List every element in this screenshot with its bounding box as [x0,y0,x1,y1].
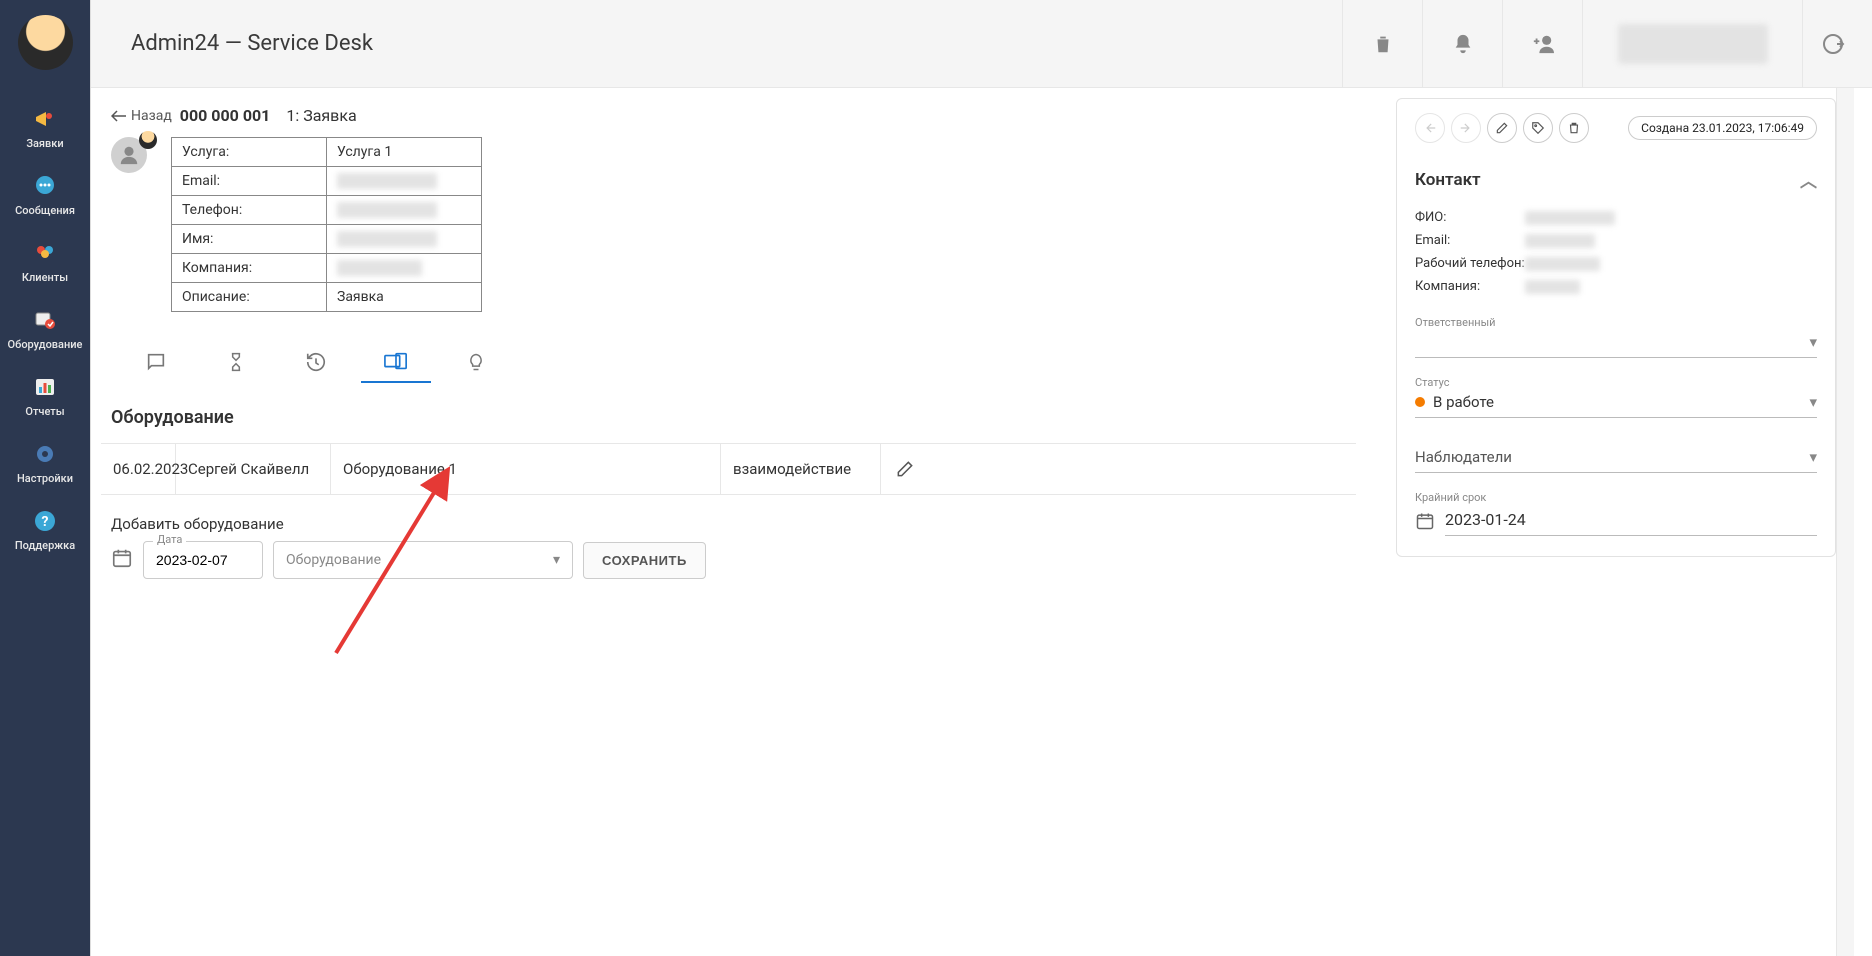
calendar-icon [1415,511,1435,535]
users-icon [33,241,57,265]
sidebar-item-label: Отчеты [25,405,64,418]
status-dot-icon [1415,397,1425,407]
table-row: Услуга:Услуга 1 [172,138,482,167]
chevron-up-icon: ︿ [1800,167,1817,192]
tab-equipment[interactable] [371,342,421,382]
chart-icon [33,375,57,399]
sidebar-item-label: Настройки [17,472,73,485]
save-button[interactable]: СОХРАНИТЬ [583,542,706,579]
table-row: Имя: [172,225,482,254]
add-equipment-label: Добавить оборудование [101,495,1356,541]
sidebar-item-equipment[interactable]: Оборудование [0,296,90,363]
prev-ticket-button [1415,113,1445,143]
help-icon: ? [33,509,57,533]
sidebar-item-messages[interactable]: Сообщения [0,162,90,229]
table-row: Телефон: [172,196,482,225]
sidebar-item-label: Клиенты [22,271,68,284]
tab-time[interactable] [211,342,261,382]
topbar: Admin24 — Service Desk [91,0,1872,88]
back-link[interactable]: Назад [111,108,172,124]
sidebar-item-label: Поддержка [15,539,75,552]
equipment-date: 06.02.2023 [101,444,176,494]
table-row: Email: [172,167,482,196]
table-row: Описание:Заявка [172,283,482,312]
date-field-label: Дата [153,533,186,546]
equipment-row: 06.02.2023 Сергей Скайвелл Оборудование … [101,443,1356,495]
add-user-button[interactable] [1502,0,1582,87]
deadline-value[interactable]: 2023-01-24 [1445,510,1817,536]
responsible-select[interactable]: Ответственный ▾ [1415,316,1817,358]
calendar-icon [111,547,133,573]
sidebar-item-support[interactable]: ? Поддержка [0,497,90,564]
sidebar-item-clients[interactable]: Клиенты [0,229,90,296]
equipment-section-title: Оборудование [101,382,1356,443]
status-select[interactable]: Статус В работе▾ [1415,376,1817,418]
sidebar-item-reports[interactable]: Отчеты [0,363,90,430]
ticket-title: 1: Заявка [286,106,356,125]
gear-icon [33,442,57,466]
ticket-info-table: Услуга:Услуга 1 Email: Телефон: Имя: Ком… [171,137,482,312]
equipment-name: Оборудование 1 [331,444,721,494]
chevron-down-icon: ▾ [1809,333,1817,351]
edit-ticket-button[interactable] [1487,113,1517,143]
back-label: Назад [131,108,172,124]
notifications-button[interactable] [1422,0,1502,87]
svg-text:?: ? [42,514,49,530]
app-logo [18,15,73,70]
sidebar-item-settings[interactable]: Настройки [0,430,90,497]
ticket-tabs [101,312,1356,382]
delete-button[interactable] [1342,0,1422,87]
megaphone-icon [33,107,57,131]
sidebar: Заявки Сообщения Клиенты Оборудование От [0,0,90,956]
chevron-down-icon: ▾ [1809,448,1817,466]
sidebar-item-tickets[interactable]: Заявки [0,95,90,162]
watchers-select[interactable]: Наблюдатели▾ [1415,448,1817,473]
sidebar-item-label: Сообщения [15,204,75,217]
edit-equipment-button[interactable] [881,444,929,494]
tab-history[interactable] [291,342,341,382]
ticket-id: 000 000 001 [180,106,271,125]
equipment-user: Сергей Скайвелл [176,444,331,494]
chat-icon [33,174,57,198]
equipment-interaction: взаимодействие [721,444,881,494]
date-input[interactable] [143,541,263,579]
author-avatar [111,137,151,312]
user-menu[interactable] [1582,0,1802,87]
sidebar-item-label: Заявки [26,137,63,150]
sidebar-item-label: Оборудование [8,338,83,351]
equipment-icon [33,308,57,332]
app-title: Admin24 — Service Desk [131,31,1342,56]
delete-ticket-button[interactable] [1559,113,1589,143]
table-row: Компания: [172,254,482,283]
tag-ticket-button[interactable] [1523,113,1553,143]
tab-chat[interactable] [131,342,181,382]
contact-section-toggle[interactable]: Контакт ︿ [1415,153,1817,206]
created-timestamp: Создана 23.01.2023, 17:06:49 [1628,116,1817,140]
logout-button[interactable] [1802,0,1862,87]
ticket-details-panel: Создана 23.01.2023, 17:06:49 Контакт ︿ Ф… [1396,98,1836,557]
chevron-down-icon: ▾ [1809,393,1817,411]
vertical-scrollbar[interactable] [1836,88,1854,956]
deadline-label: Крайний срок [1415,491,1817,504]
next-ticket-button [1451,113,1481,143]
equipment-select[interactable]: Оборудование ▾ [273,541,573,579]
chevron-down-icon: ▾ [553,552,560,568]
tab-knowledge[interactable] [451,342,501,382]
